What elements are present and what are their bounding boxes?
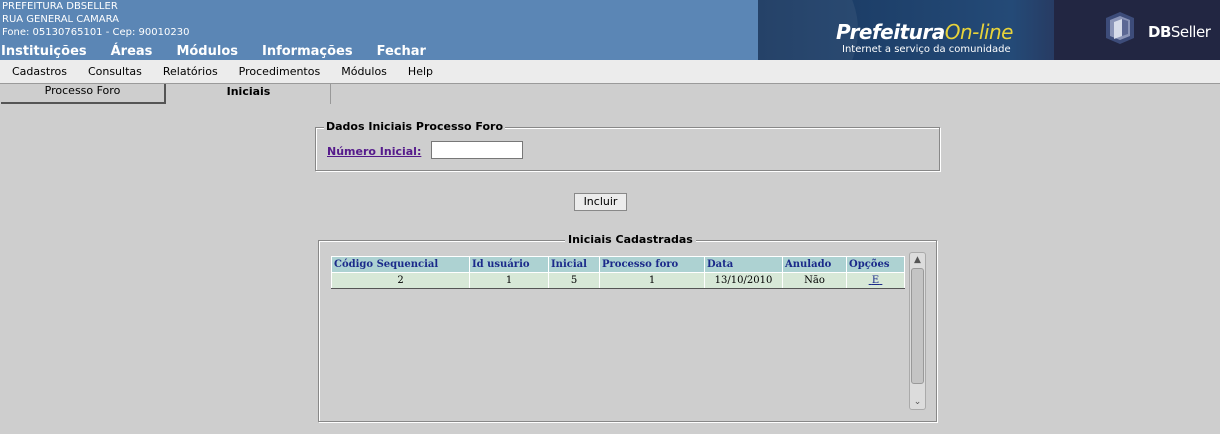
org-contact: Fone: 05130765101 - Cep: 90010230 xyxy=(2,27,190,38)
nav-instituicoes[interactable]: Instituições xyxy=(1,44,87,60)
nav-areas[interactable]: Áreas xyxy=(111,44,153,60)
banner-subtitle: Internet a serviço da comunidade xyxy=(842,44,1011,55)
banner-title-main: Prefeitura xyxy=(836,20,945,44)
org-address: RUA GENERAL CAMARA xyxy=(2,14,119,25)
menu-consultas[interactable]: Consultas xyxy=(88,65,142,78)
incluir-button[interactable]: Incluir xyxy=(574,193,627,211)
nav-modulos[interactable]: Módulos xyxy=(176,44,238,60)
menu-relatorios[interactable]: Relatórios xyxy=(163,65,218,78)
col-codigo-sequencial[interactable]: Código Sequencial xyxy=(331,256,470,273)
dbseller-seller: Seller xyxy=(1170,23,1211,41)
col-anulado[interactable]: Anulado xyxy=(782,256,847,273)
cell-processo-foro: 1 xyxy=(599,272,705,289)
menu-help[interactable]: Help xyxy=(408,65,433,78)
cell-inicial: 5 xyxy=(548,272,600,289)
cell-anulado: Não xyxy=(782,272,847,289)
tab-processo-foro[interactable]: Processo Foro xyxy=(1,84,166,104)
menu-procedimentos[interactable]: Procedimentos xyxy=(239,65,321,78)
menu-bar: Cadastros Consultas Relatórios Procedime… xyxy=(0,60,1220,84)
dbseller-db: DB xyxy=(1148,23,1171,41)
cell-data: 13/10/2010 xyxy=(704,272,783,289)
iniciais-cadastradas-legend: Iniciais Cadastradas xyxy=(565,233,696,246)
table-header-row: Código Sequencial Id usuário Inicial Pro… xyxy=(331,256,905,273)
tab-iniciais[interactable]: Iniciais xyxy=(167,84,331,104)
scroll-thumb[interactable] xyxy=(911,268,924,384)
col-processo-foro[interactable]: Processo foro xyxy=(599,256,705,273)
menu-cadastros[interactable]: Cadastros xyxy=(12,65,67,78)
numero-inicial-link[interactable]: Número Inicial: xyxy=(327,145,421,158)
banner-title-accent: On-line xyxy=(944,20,1014,44)
cell-id-usuario: 1 xyxy=(469,272,549,289)
list-scrollbar[interactable]: ▲ ⌄ xyxy=(909,252,926,410)
col-data[interactable]: Data xyxy=(704,256,783,273)
dbseller-wordmark: DBSeller xyxy=(1148,23,1211,41)
col-inicial[interactable]: Inicial xyxy=(548,256,600,273)
dados-iniciais-fieldset: Dados Iniciais Processo Foro Número Inic… xyxy=(315,120,940,171)
org-info: PREFEITURA DBSELLER RUA GENERAL CAMARA F… xyxy=(2,0,189,39)
iniciais-table: Código Sequencial Id usuário Inicial Pro… xyxy=(331,256,905,289)
edit-link[interactable]: E xyxy=(869,275,883,286)
dados-iniciais-legend: Dados Iniciais Processo Foro xyxy=(324,120,506,133)
banner: PrefeituraOn-line Internet a serviço da … xyxy=(758,0,1220,60)
col-id-usuario[interactable]: Id usuário xyxy=(469,256,549,273)
dbseller-logo: DBSeller xyxy=(1054,0,1220,60)
org-name: PREFEITURA DBSELLER xyxy=(2,1,118,12)
header: PREFEITURA DBSELLER RUA GENERAL CAMARA F… xyxy=(0,0,1220,60)
cell-opcoes: E xyxy=(846,272,905,289)
table-row: 2 1 5 1 13/10/2010 Não E xyxy=(331,272,905,289)
edit-link-label: E xyxy=(871,275,880,286)
menu-modulos[interactable]: Módulos xyxy=(341,65,387,78)
nav-informacoes[interactable]: Informações xyxy=(262,44,353,60)
banner-logo-title: PrefeituraOn-line xyxy=(836,20,1013,44)
scroll-up-icon[interactable]: ▲ xyxy=(910,253,925,267)
dbseller-mark-icon xyxy=(1106,12,1134,44)
cell-codigo-sequencial: 2 xyxy=(331,272,470,289)
top-nav: Instituições Áreas Módulos Informações F… xyxy=(1,44,450,60)
col-opcoes[interactable]: Opções xyxy=(846,256,905,273)
scroll-down-icon[interactable]: ⌄ xyxy=(910,395,925,409)
tab-bar: Processo Foro Iniciais xyxy=(0,84,1220,104)
numero-inicial-input[interactable] xyxy=(431,141,523,159)
nav-fechar[interactable]: Fechar xyxy=(377,44,426,60)
